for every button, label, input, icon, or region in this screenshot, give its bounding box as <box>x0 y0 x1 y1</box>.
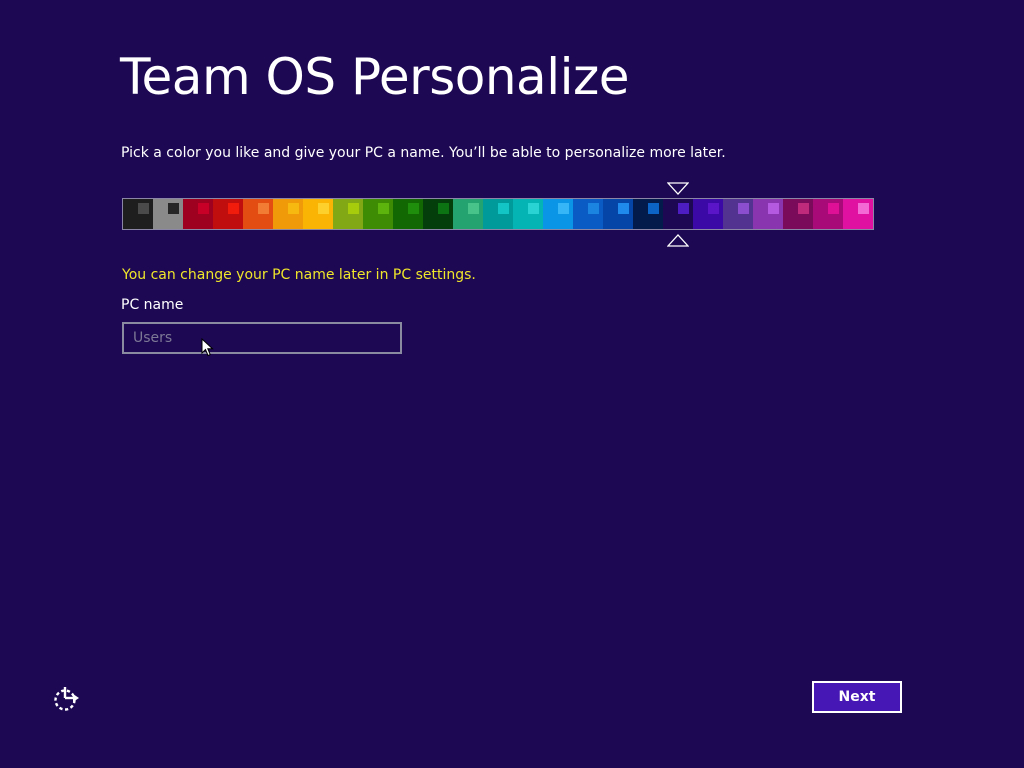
color-swatch[interactable] <box>423 199 453 229</box>
color-swatch[interactable] <box>843 199 873 229</box>
ease-of-access-icon <box>54 687 79 711</box>
color-swatch-chip <box>588 203 599 214</box>
color-swatch[interactable] <box>303 199 333 229</box>
color-swatch[interactable] <box>573 199 603 229</box>
color-swatch-chip <box>798 203 809 214</box>
next-button[interactable]: Next <box>812 681 902 713</box>
color-palette <box>122 198 874 230</box>
color-swatch[interactable] <box>363 199 393 229</box>
color-swatch-chip <box>738 203 749 214</box>
color-swatch[interactable] <box>663 199 693 229</box>
color-swatch-chip <box>438 203 449 214</box>
color-swatch-chip <box>378 203 389 214</box>
color-swatch[interactable] <box>333 199 363 229</box>
color-swatch[interactable] <box>483 199 513 229</box>
color-swatch[interactable] <box>723 199 753 229</box>
color-swatch[interactable] <box>693 199 723 229</box>
color-swatch-chip <box>708 203 719 214</box>
color-swatch[interactable] <box>243 199 273 229</box>
color-swatch-chip <box>168 203 179 214</box>
color-swatch-chip <box>828 203 839 214</box>
color-swatch[interactable] <box>513 199 543 229</box>
color-swatch-chip <box>408 203 419 214</box>
color-swatch[interactable] <box>543 199 573 229</box>
color-swatch[interactable] <box>603 199 633 229</box>
color-swatch[interactable] <box>153 199 183 229</box>
color-swatch-chip <box>348 203 359 214</box>
color-swatch-chip <box>228 203 239 214</box>
color-swatch[interactable] <box>783 199 813 229</box>
color-swatch[interactable] <box>393 199 423 229</box>
color-swatch-chip <box>558 203 569 214</box>
color-swatch-chip <box>258 203 269 214</box>
color-swatch[interactable] <box>753 199 783 229</box>
color-swatch-chip <box>468 203 479 214</box>
color-swatch-chip <box>498 203 509 214</box>
page-title: Team OS Personalize <box>120 48 629 106</box>
color-swatch-chip <box>138 203 149 214</box>
color-swatch-chip <box>648 203 659 214</box>
color-swatch-chip <box>618 203 629 214</box>
color-swatch[interactable] <box>183 199 213 229</box>
color-swatch[interactable] <box>633 199 663 229</box>
color-swatch-chip <box>198 203 209 214</box>
color-swatch[interactable] <box>813 199 843 229</box>
color-swatch[interactable] <box>453 199 483 229</box>
color-swatch-chip <box>768 203 779 214</box>
color-swatch-chip <box>858 203 869 214</box>
color-swatch[interactable] <box>273 199 303 229</box>
color-swatch[interactable] <box>213 199 243 229</box>
color-swatch-chip <box>528 203 539 214</box>
personalize-page: Team OS Personalize Pick a color you lik… <box>0 0 1024 768</box>
pc-name-input[interactable] <box>122 322 402 354</box>
ease-of-access-button[interactable] <box>52 685 80 713</box>
pc-name-hint: You can change your PC name later in PC … <box>122 267 476 283</box>
color-swatch-chip <box>288 203 299 214</box>
pc-name-label: PC name <box>121 297 184 313</box>
color-swatch[interactable] <box>123 199 153 229</box>
color-swatch-chip <box>678 203 689 214</box>
instruction-text: Pick a color you like and give your PC a… <box>121 145 726 161</box>
color-swatch-chip <box>318 203 329 214</box>
